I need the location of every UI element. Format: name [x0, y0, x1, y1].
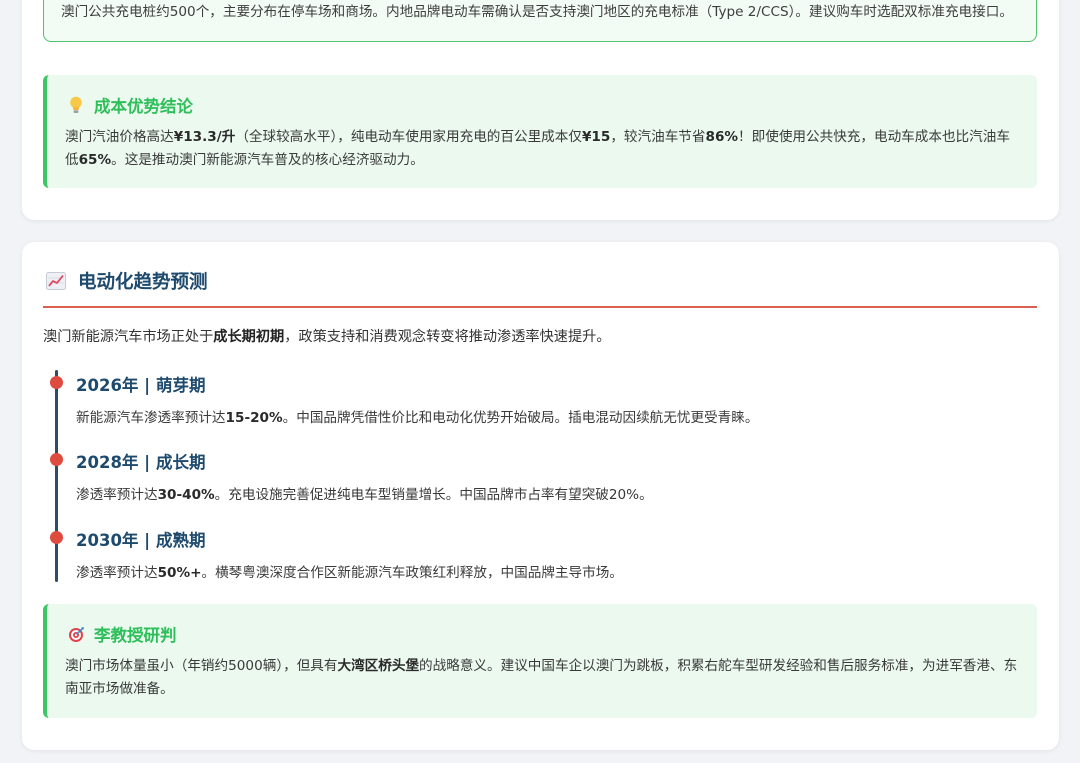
- timeline-item-title: 2026年 | 萌芽期: [76, 376, 206, 395]
- charging-note-box: 澳门公共充电桩约500个，主要分布在停车场和商场。内地品牌电动车需确认是否支持澳…: [43, 0, 1037, 42]
- text-segment: 渗透率预计达: [76, 487, 158, 503]
- text-segment: ，政策支持和消费观念转变将推动渗透率快速提升。: [284, 329, 611, 345]
- trend-timeline: 2026年 | 萌芽期 新能源汽车渗透率预计达15-20%。中国品牌凭借性价比和…: [50, 370, 1035, 582]
- emphasis-text: 65%: [78, 152, 112, 168]
- timeline-item-text: 渗透率预计达30-40%。充电设施完善促进纯电车型销量增长。中国品牌市占率有望突…: [76, 483, 653, 503]
- text-segment: 。中国品牌凭借性价比和电动化优势开始破局。插电混动因续航无忧更受青睐。: [282, 410, 759, 426]
- timeline-item-text: 新能源汽车渗透率预计达15-20%。中国品牌凭借性价比和电动化优势开始破局。插电…: [76, 406, 758, 426]
- emphasis-text: 成长期初期: [213, 329, 285, 345]
- text-segment: 渗透率预计达: [76, 565, 158, 581]
- cost-conclusion-title: 成本优势结论: [94, 97, 193, 116]
- professor-analysis-text: 澳门市场体量虽小（年销约5000辆），但具有大湾区桥头堡的战略意义。建议中国车企…: [65, 655, 1023, 701]
- trend-card: 电动化趋势预测 澳门新能源汽车市场正处于成长期初期，政策支持和消费观念转变将推动…: [22, 242, 1059, 750]
- timeline-dot: [50, 453, 63, 466]
- timeline-dot: [50, 531, 63, 544]
- text-segment: 。横琴粤澳深度合作区新能源汽车政策红利释放，中国品牌主导市场。: [201, 565, 623, 581]
- professor-analysis-header: 李教授研判: [67, 622, 177, 646]
- lightbulb-icon: [67, 96, 85, 114]
- cost-conclusion-box: 成本优势结论 澳门汽油价格高达¥13.3/升（全球较高水平），纯电动车使用家用充…: [43, 75, 1037, 188]
- emphasis-text: 86%: [705, 129, 739, 145]
- text-segment: （全球较高水平），纯电动车使用家用充电的百公里成本仅: [235, 129, 582, 145]
- trend-intro-text: 澳门新能源汽车市场正处于成长期初期，政策支持和消费观念转变将推动渗透率快速提升。: [43, 326, 1037, 346]
- section-divider: [43, 306, 1037, 308]
- text-segment: 澳门汽油价格高达: [65, 129, 174, 145]
- timeline-item: 2030年 | 成熟期 渗透率预计达50%+。横琴粤澳深度合作区新能源汽车政策红…: [50, 525, 1025, 595]
- emphasis-text: 30-40%: [157, 487, 215, 503]
- text-segment: 新能源汽车渗透率预计达: [76, 410, 226, 426]
- trend-section-title: 电动化趋势预测: [78, 272, 208, 293]
- professor-analysis-title: 李教授研判: [94, 626, 177, 645]
- emphasis-text: ¥15: [581, 129, 611, 145]
- chart-increasing-icon: [46, 272, 66, 290]
- timeline-dot: [50, 376, 63, 389]
- emphasis-text: 大湾区桥头堡: [337, 658, 420, 674]
- target-icon: [67, 625, 85, 643]
- cost-card: 澳门公共充电桩约500个，主要分布在停车场和商场。内地品牌电动车需确认是否支持澳…: [22, 0, 1059, 220]
- emphasis-text: 50%+: [157, 565, 202, 581]
- text-segment: 。这是推动澳门新能源汽车普及的核心经济驱动力。: [111, 152, 424, 168]
- timeline-item: 2028年 | 成长期 渗透率预计达30-40%。充电设施完善促进纯电车型销量增…: [50, 447, 1025, 517]
- charging-note-text: 澳门公共充电桩约500个，主要分布在停车场和商场。内地品牌电动车需确认是否支持澳…: [61, 4, 1013, 20]
- cost-conclusion-header: 成本优势结论: [67, 93, 193, 117]
- emphasis-text: ¥13.3/升: [173, 129, 236, 145]
- text-segment: ，较汽油车节省: [610, 129, 706, 145]
- timeline-item-title: 2030年 | 成熟期: [76, 531, 206, 550]
- text-segment: 。充电设施完善促进纯电车型销量增长。中国品牌市占率有望突破20%。: [214, 487, 653, 503]
- professor-analysis-box: 李教授研判 澳门市场体量虽小（年销约5000辆），但具有大湾区桥头堡的战略意义。…: [43, 604, 1037, 718]
- text-segment: 澳门市场体量虽小（年销约5000辆），但具有: [65, 658, 338, 674]
- timeline-item: 2026年 | 萌芽期 新能源汽车渗透率预计达15-20%。中国品牌凭借性价比和…: [50, 370, 1025, 440]
- cost-conclusion-text: 澳门汽油价格高达¥13.3/升（全球较高水平），纯电动车使用家用充电的百公里成本…: [65, 126, 1023, 172]
- trend-section-header: 电动化趋势预测: [46, 268, 208, 294]
- text-segment: 澳门新能源汽车市场正处于: [43, 329, 214, 345]
- emphasis-text: 15-20%: [225, 410, 283, 426]
- timeline-item-text: 渗透率预计达50%+。横琴粤澳深度合作区新能源汽车政策红利释放，中国品牌主导市场…: [76, 561, 623, 581]
- timeline-item-title: 2028年 | 成长期: [76, 453, 206, 472]
